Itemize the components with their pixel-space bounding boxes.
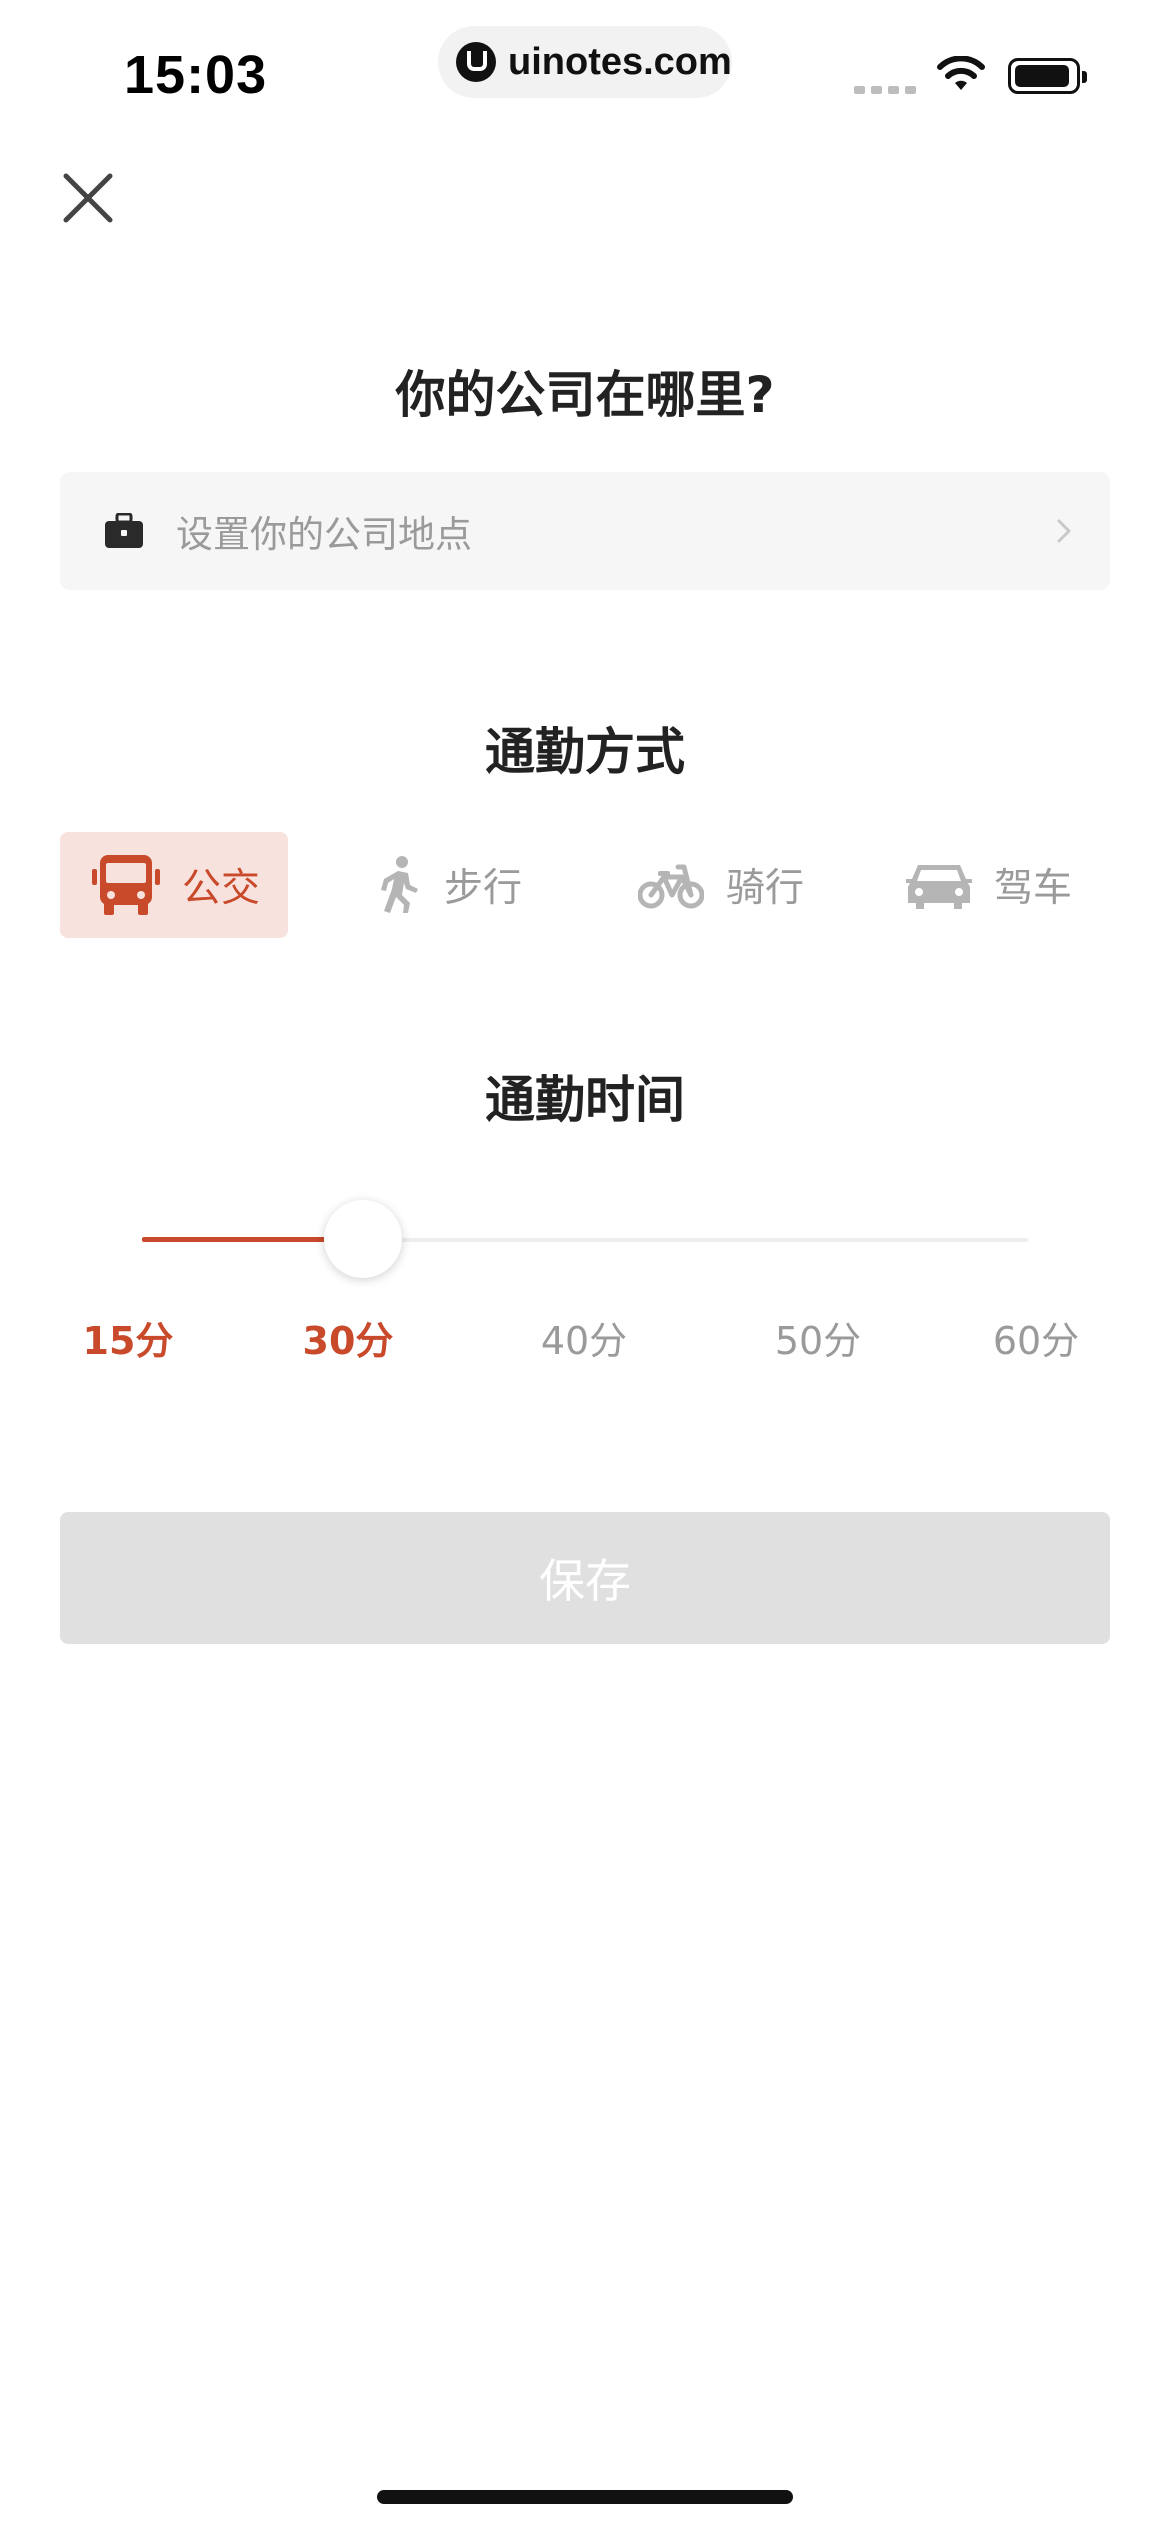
- url-text: uinotes.com: [508, 40, 732, 83]
- mode-option-bus[interactable]: 公交: [60, 832, 288, 938]
- mode-option-walk[interactable]: 步行: [360, 832, 560, 938]
- home-indicator: [377, 2490, 793, 2504]
- mode-label-car: 驾车: [994, 866, 1073, 911]
- bicycle-icon: [638, 864, 704, 909]
- car-icon: [906, 865, 972, 909]
- chevron-right-icon: [1057, 519, 1071, 543]
- mode-option-bicycle[interactable]: 骑行: [638, 832, 838, 938]
- walk-icon: [381, 856, 418, 913]
- company-location-placeholder: 设置你的公司地点: [176, 513, 472, 556]
- bus-icon: [92, 855, 160, 915]
- briefcase-icon: [105, 513, 143, 548]
- tick-15[interactable]: 15分: [48, 1310, 208, 1365]
- commute-mode-title: 通勤方式: [485, 723, 685, 781]
- commute-time-title: 通勤时间: [485, 1071, 685, 1129]
- tick-40[interactable]: 40分: [504, 1310, 664, 1365]
- status-time: 15:03: [124, 45, 268, 105]
- site-logo-icon: [456, 42, 496, 82]
- save-button[interactable]: 保存: [60, 1512, 1110, 1644]
- commute-time-slider-thumb[interactable]: [324, 1200, 402, 1278]
- mode-label-walk: 步行: [444, 866, 523, 911]
- url-pill[interactable]: uinotes.com: [438, 26, 732, 98]
- battery-icon: [1008, 58, 1087, 94]
- company-location-field[interactable]: 设置你的公司地点: [60, 472, 1110, 590]
- mode-label-bus: 公交: [182, 866, 261, 911]
- tick-30[interactable]: 30分: [268, 1310, 428, 1365]
- commute-mode-selector: 公交 步行 骑行 驾车: [60, 832, 1110, 938]
- tick-50[interactable]: 50分: [738, 1310, 898, 1365]
- close-icon[interactable]: [58, 168, 118, 228]
- cellular-signal-icon: [854, 86, 916, 94]
- mode-label-bicycle: 骑行: [726, 866, 805, 911]
- mode-option-car[interactable]: 驾车: [906, 832, 1110, 938]
- wifi-icon: [937, 56, 985, 90]
- company-location-title: 你的公司在哪里?: [395, 366, 775, 424]
- tick-60[interactable]: 60分: [956, 1310, 1116, 1365]
